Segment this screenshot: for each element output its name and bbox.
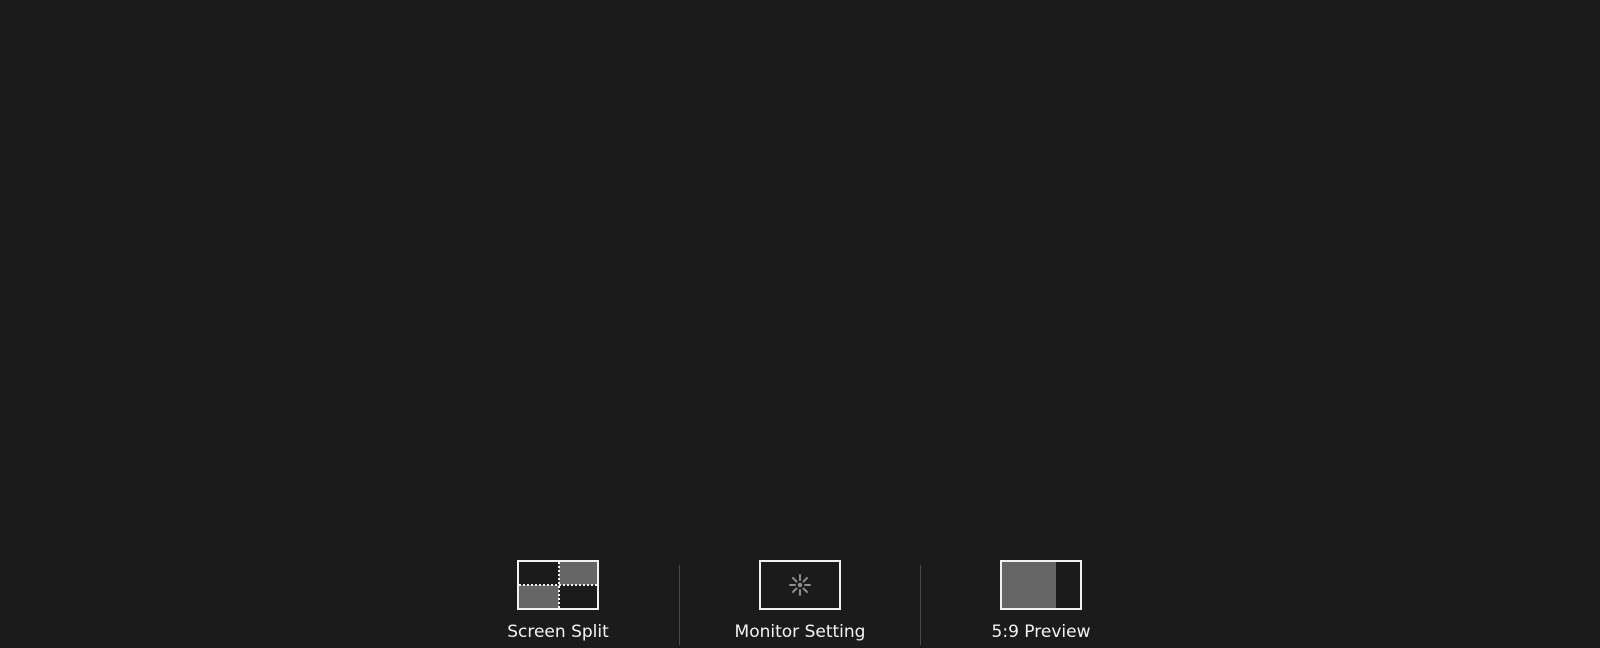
settings-icon <box>789 574 811 596</box>
split-pane-bottom-left <box>519 585 559 608</box>
bottom-toolbar: Screen Split Monitor Setting 5:9 Preview <box>0 0 1600 648</box>
monitor-frame-icon <box>759 560 841 610</box>
preview-icon <box>1000 560 1082 610</box>
preview-5-9-label: 5:9 Preview <box>991 622 1091 642</box>
preview-area <box>1002 562 1056 608</box>
screen-split-label: Screen Split <box>507 622 609 642</box>
screen-split-icon <box>517 560 599 610</box>
toolbar-divider <box>679 565 680 645</box>
monitor-setting-label: Monitor Setting <box>734 622 866 642</box>
screen-split-button[interactable]: Screen Split <box>458 560 658 648</box>
preview-5-9-button[interactable]: 5:9 Preview <box>941 560 1141 648</box>
toolbar-divider <box>920 565 921 645</box>
screen: Screen Split Monitor Setting 5:9 Preview <box>0 0 1600 648</box>
monitor-setting-button[interactable]: Monitor Setting <box>700 560 900 648</box>
split-pane-top-right <box>559 562 597 585</box>
split-divider-horizontal <box>519 584 597 586</box>
